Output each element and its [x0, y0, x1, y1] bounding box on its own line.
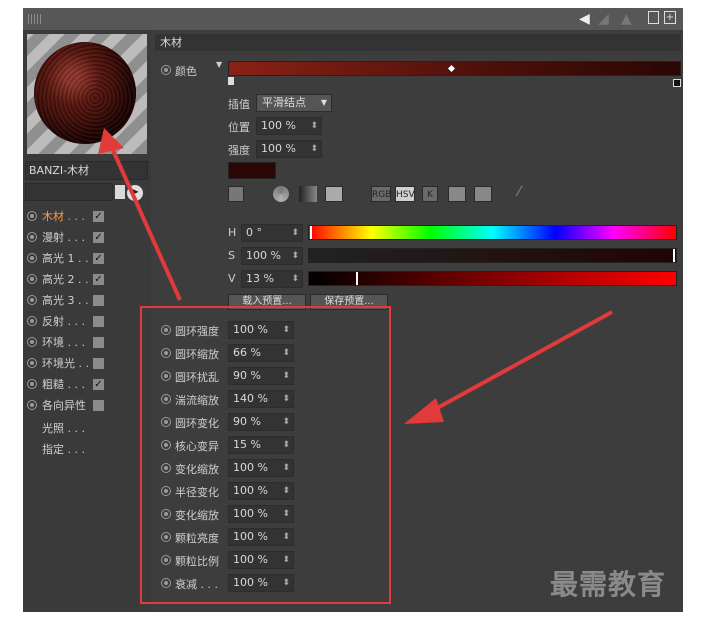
annotation-arrows — [98, 128, 613, 424]
watermark: 最需教育 — [550, 568, 667, 601]
arrow-line-left — [110, 147, 182, 301]
arrow-line-right — [429, 310, 613, 414]
arrow-head-left — [98, 128, 124, 154]
arrow-head-right — [404, 398, 444, 424]
